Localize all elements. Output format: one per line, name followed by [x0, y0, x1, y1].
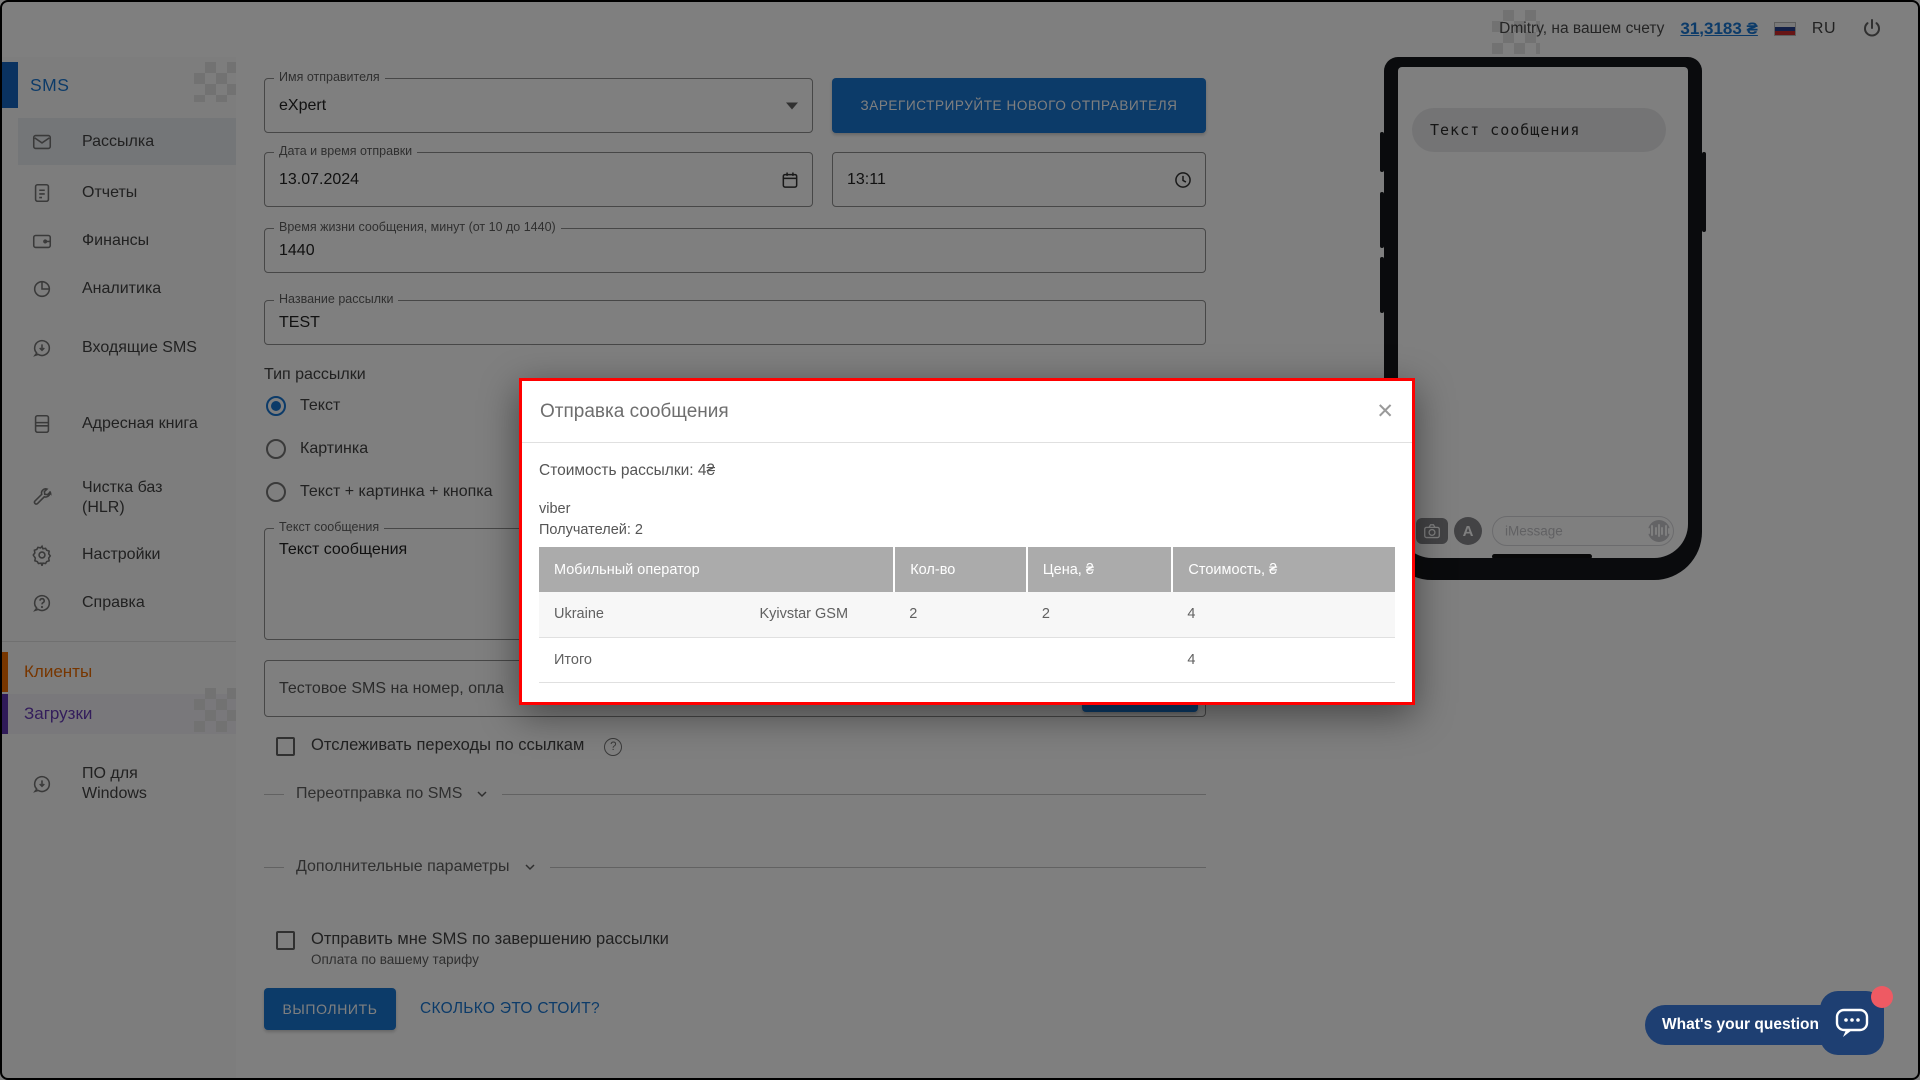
table-total-row: Итого 4 [539, 637, 1395, 682]
cell-price: 2 [1027, 592, 1173, 637]
column-count: Кол-во [894, 547, 1027, 592]
cell-operator: Kyivstar GSM [744, 592, 894, 637]
modal-header: Отправка сообщения ✕ [522, 381, 1412, 443]
send-confirmation-modal: Отправка сообщения ✕ Стоимость рассылки:… [519, 378, 1415, 705]
cost-table: Мобильный оператор Кол-во Цена, ₴ Стоимо… [539, 547, 1395, 683]
modal-body: Стоимость рассылки: 4₴ viber Получателей… [522, 462, 1412, 683]
cell-count: 2 [894, 592, 1027, 637]
app-window: Dmitry, на вашем счету 31,3183 ₴ RU SMS … [0, 0, 1920, 1080]
chat-notification-dot [1871, 986, 1893, 1008]
cell-total-label: Итого [539, 637, 744, 682]
column-price: Цена, ₴ [1027, 547, 1173, 592]
recipients-count: Получателей: 2 [539, 522, 1395, 538]
cell-total-cost: 4 [1172, 637, 1395, 682]
chat-prompt-bubble[interactable]: What's your question? [1645, 1005, 1845, 1045]
column-cost: Стоимость, ₴ [1172, 547, 1395, 592]
close-icon[interactable]: ✕ [1376, 401, 1394, 422]
channel-name: viber [539, 501, 1395, 517]
chat-bubble-icon [1834, 1006, 1870, 1040]
modal-title: Отправка сообщения [540, 401, 729, 423]
cell-country: Ukraine [539, 592, 744, 637]
table-row: Ukraine Kyivstar GSM 2 2 4 [539, 592, 1395, 637]
cell-cost: 4 [1172, 592, 1395, 637]
campaign-cost-line: Стоимость рассылки: 4₴ [539, 462, 1395, 480]
column-operator: Мобильный оператор [539, 547, 894, 592]
cost-table-header-row: Мобильный оператор Кол-во Цена, ₴ Стоимо… [539, 547, 1395, 592]
